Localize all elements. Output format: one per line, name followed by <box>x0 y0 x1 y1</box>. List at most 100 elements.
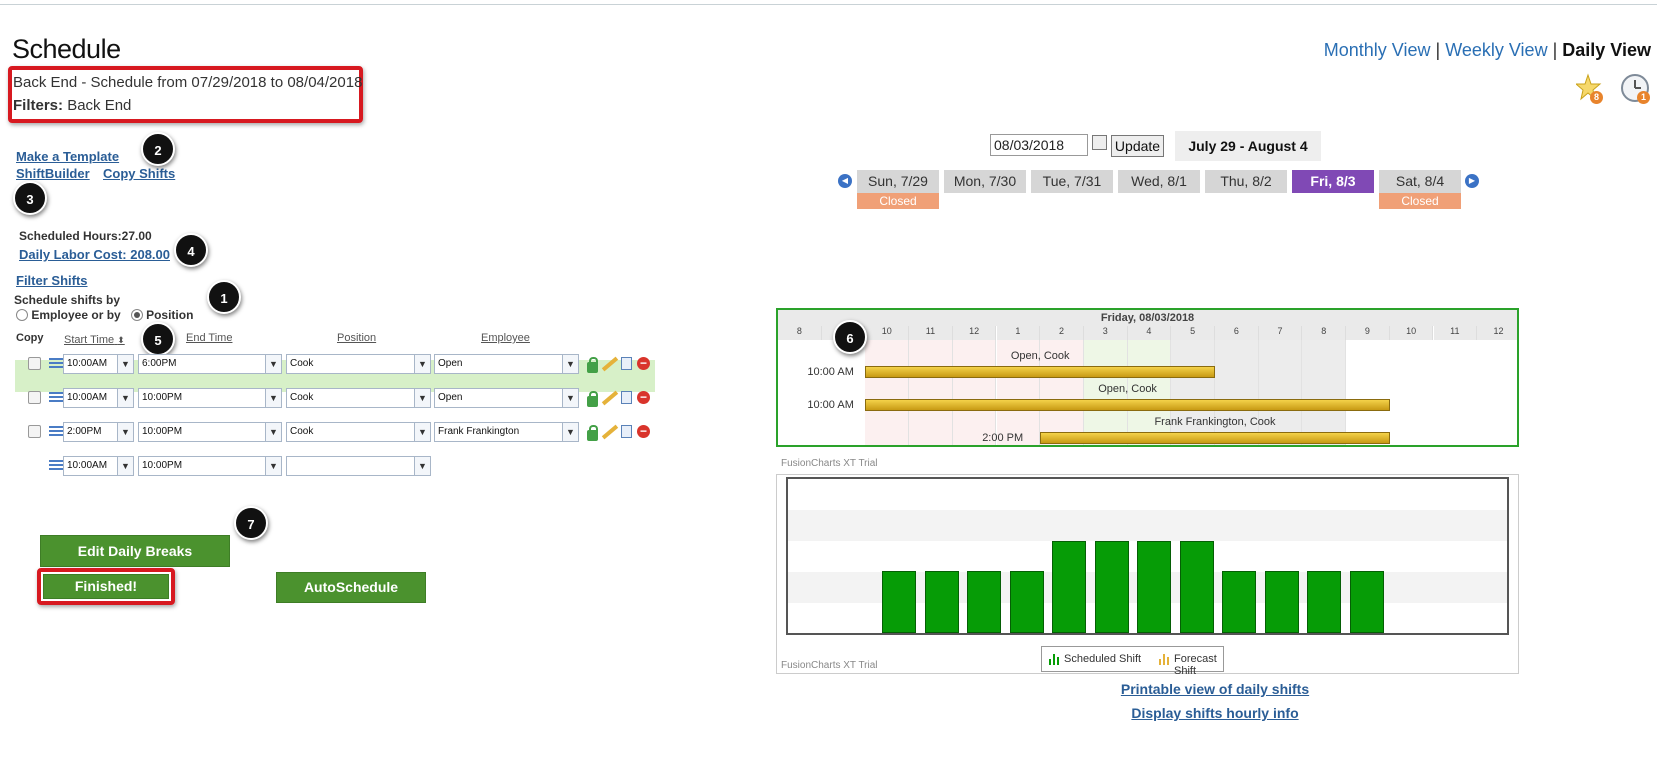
view-separator: | <box>1552 40 1558 60</box>
step-marker-2: 2 <box>141 132 175 166</box>
copy-shifts-link[interactable]: Copy Shifts <box>103 166 175 181</box>
edit-icon[interactable] <box>601 424 619 440</box>
end-time-select[interactable]: 10:00PM ▼ <box>138 422 282 442</box>
chart-bar[interactable] <box>1349 571 1384 633</box>
end-time-select[interactable]: 6:00PM ▼ <box>138 354 282 374</box>
day-tab-fri[interactable]: Fri, 8/3 <box>1292 170 1374 193</box>
prev-week-icon[interactable]: ◀ <box>838 174 852 188</box>
start-time-header[interactable]: Start Time ⬍ <box>64 334 125 346</box>
employee-select[interactable]: Open ▼ <box>434 388 579 408</box>
day-tab-wed[interactable]: Wed, 8/1 <box>1118 170 1200 193</box>
star-icon[interactable]: 8 <box>1574 73 1606 107</box>
delete-icon[interactable]: − <box>637 357 650 370</box>
end-time-header[interactable]: End Time <box>186 332 232 344</box>
step-marker-4: 4 <box>174 233 208 267</box>
lock-icon[interactable] <box>587 391 598 407</box>
hourly-info-link[interactable]: Display shifts hourly info <box>1015 705 1415 721</box>
copy-checkbox[interactable] <box>28 391 41 404</box>
copy-checkbox[interactable] <box>28 425 41 438</box>
start-time-select[interactable]: 10:00AM ▼ <box>63 388 134 408</box>
new-position-select[interactable]: ▼ <box>286 456 431 476</box>
chart-bar[interactable] <box>1009 571 1044 633</box>
edit-icon[interactable] <box>601 390 619 406</box>
employee-radio-label: Employee or by <box>31 308 121 322</box>
day-tab-mon[interactable]: Mon, 7/30 <box>944 170 1026 193</box>
page-title: Schedule <box>12 34 121 64</box>
chart-bar[interactable] <box>1052 541 1086 633</box>
copy-icon[interactable] <box>621 425 632 438</box>
calendar-icon[interactable] <box>1092 135 1107 150</box>
shiftbuilder-link[interactable]: ShiftBuilder <box>16 166 90 181</box>
sort-icon[interactable]: ⬍ <box>117 335 125 345</box>
new-end-time-select[interactable]: 10:00PM ▼ <box>138 456 282 476</box>
gantt-shift-bar[interactable] <box>1040 432 1390 444</box>
edit-daily-breaks-button[interactable]: Edit Daily Breaks <box>40 535 230 567</box>
list-icon[interactable] <box>49 426 63 438</box>
start-time-value: 2:00PM <box>67 426 102 437</box>
employee-select[interactable]: Open ▼ <box>434 354 579 374</box>
gantt-hour-label: 3 <box>1083 326 1128 340</box>
weekly-view-link[interactable]: Weekly View <box>1445 40 1547 60</box>
copy-icon[interactable] <box>621 391 632 404</box>
day-tab-thu[interactable]: Thu, 8/2 <box>1205 170 1287 193</box>
employee-radio[interactable] <box>16 309 28 321</box>
lock-icon[interactable] <box>587 425 598 441</box>
new-start-time-select[interactable]: 10:00AM ▼ <box>63 456 134 476</box>
chart-bar[interactable] <box>1179 541 1214 633</box>
copy-icon[interactable] <box>621 357 632 370</box>
list-icon[interactable] <box>49 392 63 404</box>
date-input[interactable]: 08/03/2018 <box>990 134 1088 156</box>
chart-bar[interactable] <box>1307 571 1341 633</box>
start-time-value: 10:00AM <box>67 358 108 369</box>
chart-bar[interactable] <box>1222 571 1256 633</box>
make-template-link[interactable]: Make a Template <box>16 149 119 164</box>
employee-select[interactable]: Frank Frankington ▼ <box>434 422 579 442</box>
lock-icon[interactable] <box>587 357 598 373</box>
copy-checkbox[interactable] <box>28 357 41 370</box>
employee-header[interactable]: Employee <box>481 332 530 344</box>
gantt-shift-bar[interactable] <box>865 399 1390 411</box>
filters-text: Filters: Back End <box>13 97 131 114</box>
chart-stripe <box>788 510 1507 541</box>
start-time-select[interactable]: 2:00PM ▼ <box>63 422 134 442</box>
position-header[interactable]: Position <box>337 332 376 344</box>
chart-bar[interactable] <box>924 571 959 633</box>
end-time-value: 10:00PM <box>142 460 183 471</box>
position-select[interactable]: Cook ▼ <box>286 354 431 374</box>
delete-icon[interactable]: − <box>637 391 650 404</box>
next-week-icon[interactable]: ▶ <box>1465 174 1479 188</box>
position-select[interactable]: Cook ▼ <box>286 422 431 442</box>
start-time-select[interactable]: 10:00AM ▼ <box>63 354 134 374</box>
gantt-shift-bar[interactable] <box>865 366 1215 378</box>
update-button[interactable]: Update <box>1111 135 1164 157</box>
scheduled-legend-icon <box>1049 654 1059 665</box>
printable-view-link[interactable]: Printable view of daily shifts <box>1015 681 1415 697</box>
end-time-select[interactable]: 10:00PM ▼ <box>138 388 282 408</box>
chart-bar[interactable] <box>1137 541 1171 633</box>
monthly-view-link[interactable]: Monthly View <box>1324 40 1431 60</box>
daily-view-current: Daily View <box>1562 40 1651 60</box>
chart-bar[interactable] <box>967 571 1001 633</box>
list-icon[interactable] <box>49 460 63 472</box>
clock-icon[interactable]: 1 <box>1620 73 1654 107</box>
day-tab-sat[interactable]: Sat, 8/4 <box>1379 170 1461 193</box>
employee-value: Open <box>438 392 463 403</box>
gantt-hour-label: 4 <box>1127 326 1172 340</box>
position-select[interactable]: Cook ▼ <box>286 388 431 408</box>
autoschedule-button[interactable]: AutoSchedule <box>276 572 426 603</box>
chart-legend: Scheduled Shift Forecast Shift <box>1041 646 1224 677</box>
day-tab-tue[interactable]: Tue, 7/31 <box>1031 170 1113 193</box>
chevron-down-icon: ▼ <box>117 355 133 373</box>
chart-bar[interactable] <box>1264 571 1299 633</box>
daily-labor-cost-link[interactable]: Daily Labor Cost: 208.00 <box>19 247 170 262</box>
list-icon[interactable] <box>49 358 63 370</box>
filter-shifts-link[interactable]: Filter Shifts <box>16 273 88 288</box>
chevron-down-icon: ▼ <box>414 355 430 373</box>
day-tab-sun[interactable]: Sun, 7/29 <box>857 170 939 193</box>
position-radio[interactable] <box>130 309 143 321</box>
finished-button[interactable]: Finished! <box>43 574 169 599</box>
delete-icon[interactable]: − <box>637 425 650 438</box>
chart-bar[interactable] <box>882 571 916 633</box>
gantt-hour-label: 5 <box>1171 326 1215 340</box>
chart-bar[interactable] <box>1094 541 1129 633</box>
